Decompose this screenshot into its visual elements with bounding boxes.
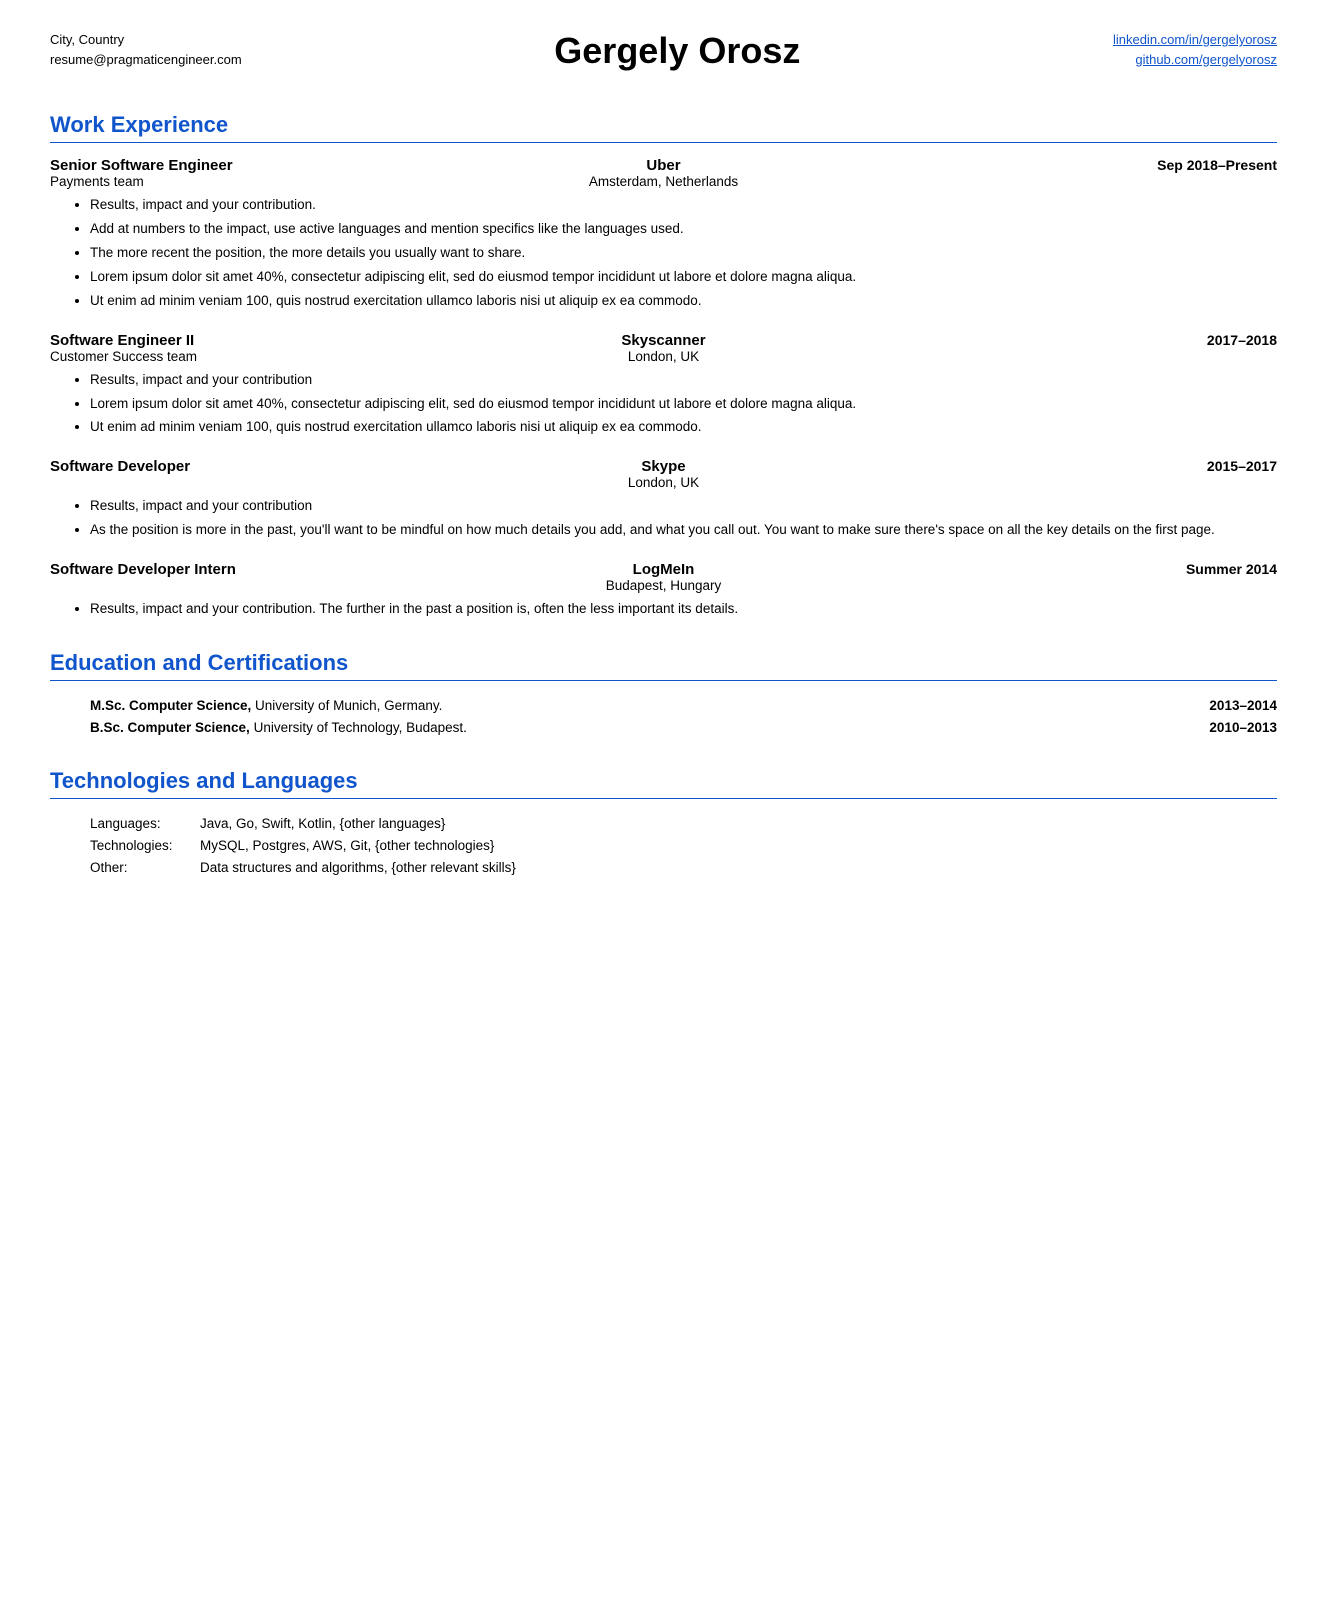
list-item: Lorem ipsum dolor sit amet 40%, consecte… [90,267,1277,288]
header-contact-left: City, Country resume@pragmaticengineer.c… [50,30,242,69]
edu-degree-1: B.Sc. Computer Science, University of Te… [90,717,1157,739]
header-location: City, Country [50,30,242,50]
edu-degree-bold-1: B.Sc. Computer Science, [90,720,250,735]
edu-degree-rest-1: University of Technology, Budapest. [250,720,467,735]
list-item: Ut enim ad minim veniam 100, quis nostru… [90,291,1277,312]
job-bullets-skyscanner: Results, impact and your contribution Lo… [50,370,1277,439]
job-title-skype: Software Developer [50,458,459,475]
work-experience-title: Work Experience [50,112,1277,138]
list-item: Results, impact and your contribution [90,496,1277,517]
job-center-skype: Skype London, UK [459,458,868,490]
list-item: M.Sc. Computer Science, University of Mu… [90,695,1277,717]
github-link[interactable]: github.com/gergelyorosz [1135,52,1277,67]
job-center-uber: Uber Amsterdam, Netherlands [459,157,868,189]
list-item: Lorem ipsum dolor sit amet 40%, consecte… [90,394,1277,415]
job-dates-uber: Sep 2018–Present [868,157,1277,173]
list-item: Ut enim ad minim veniam 100, quis nostru… [90,417,1277,438]
job-right-uber: Sep 2018–Present [868,157,1277,173]
job-title-uber: Senior Software Engineer [50,157,459,174]
technologies-section: Technologies and Languages Languages: Ja… [50,768,1277,878]
job-location-skype: London, UK [459,475,868,490]
work-experience-section: Work Experience Senior Software Engineer… [50,112,1277,620]
resume-header: City, Country resume@pragmaticengineer.c… [50,30,1277,72]
education-title: Education and Certifications [50,650,1277,676]
job-bullets-uber: Results, impact and your contribution. A… [50,195,1277,312]
job-bullets-skype: Results, impact and your contribution As… [50,496,1277,541]
job-location-logmein: Budapest, Hungary [459,578,868,593]
job-right-skype: 2015–2017 [868,458,1277,474]
job-center-skyscanner: Skyscanner London, UK [459,332,868,364]
technologies-divider [50,798,1277,799]
list-item: The more recent the position, the more d… [90,243,1277,264]
work-experience-divider [50,142,1277,143]
job-center-logmein: LogMeIn Budapest, Hungary [459,561,868,593]
job-header-logmein: Software Developer Intern LogMeIn Budape… [50,561,1277,593]
job-title-logmein: Software Developer Intern [50,561,459,578]
job-left-logmein: Software Developer Intern [50,561,459,578]
job-company-uber: Uber [459,157,868,174]
tech-value-0: Java, Go, Swift, Kotlin, {other language… [200,813,1277,835]
job-location-uber: Amsterdam, Netherlands [459,174,868,189]
list-item: Results, impact and your contribution. [90,195,1277,216]
job-entry-logmein: Software Developer Intern LogMeIn Budape… [50,561,1277,620]
job-company-logmein: LogMeIn [459,561,868,578]
header-contact-right: linkedin.com/in/gergelyorosz github.com/… [1113,30,1277,69]
candidate-name: Gergely Orosz [242,30,1113,72]
tech-value-2: Data structures and algorithms, {other r… [200,857,1277,879]
job-company-skyscanner: Skyscanner [459,332,868,349]
list-item: Results, impact and your contribution [90,370,1277,391]
job-header-uber: Senior Software Engineer Payments team U… [50,157,1277,189]
education-list: M.Sc. Computer Science, University of Mu… [50,695,1277,738]
list-item: Other: Data structures and algorithms, {… [90,857,1277,879]
tech-value-1: MySQL, Postgres, AWS, Git, {other techno… [200,835,1277,857]
job-header-skyscanner: Software Engineer II Customer Success te… [50,332,1277,364]
job-location-skyscanner: London, UK [459,349,868,364]
education-divider [50,680,1277,681]
linkedin-link[interactable]: linkedin.com/in/gergelyorosz [1113,32,1277,47]
tech-label-0: Languages: [90,813,200,835]
job-dates-skype: 2015–2017 [868,458,1277,474]
education-section: Education and Certifications M.Sc. Compu… [50,650,1277,738]
tech-label-1: Technologies: [90,835,200,857]
edu-year-0: 2013–2014 [1157,695,1277,717]
list-item: Results, impact and your contribution. T… [90,599,1277,620]
list-item: Add at numbers to the impact, use active… [90,219,1277,240]
technologies-list: Languages: Java, Go, Swift, Kotlin, {oth… [50,813,1277,878]
edu-degree-0: M.Sc. Computer Science, University of Mu… [90,695,1157,717]
job-entry-uber: Senior Software Engineer Payments team U… [50,157,1277,312]
job-entry-skyscanner: Software Engineer II Customer Success te… [50,332,1277,439]
job-entry-skype: Software Developer Skype London, UK 2015… [50,458,1277,541]
job-header-skype: Software Developer Skype London, UK 2015… [50,458,1277,490]
job-right-skyscanner: 2017–2018 [868,332,1277,348]
edu-year-1: 2010–2013 [1157,717,1277,739]
job-left-skype: Software Developer [50,458,459,475]
job-left-skyscanner: Software Engineer II Customer Success te… [50,332,459,364]
header-name-block: Gergely Orosz [242,30,1113,72]
job-dates-logmein: Summer 2014 [868,561,1277,577]
job-bullets-logmein: Results, impact and your contribution. T… [50,599,1277,620]
edu-degree-rest-0: University of Munich, Germany. [251,698,442,713]
list-item: Languages: Java, Go, Swift, Kotlin, {oth… [90,813,1277,835]
job-title-skyscanner: Software Engineer II [50,332,459,349]
header-email: resume@pragmaticengineer.com [50,50,242,70]
edu-degree-bold-0: M.Sc. Computer Science, [90,698,251,713]
job-company-skype: Skype [459,458,868,475]
job-dates-skyscanner: 2017–2018 [868,332,1277,348]
job-team-uber: Payments team [50,174,459,189]
job-right-logmein: Summer 2014 [868,561,1277,577]
job-left-uber: Senior Software Engineer Payments team [50,157,459,189]
job-team-skyscanner: Customer Success team [50,349,459,364]
list-item: Technologies: MySQL, Postgres, AWS, Git,… [90,835,1277,857]
list-item: B.Sc. Computer Science, University of Te… [90,717,1277,739]
list-item: As the position is more in the past, you… [90,520,1277,541]
tech-label-2: Other: [90,857,200,879]
technologies-title: Technologies and Languages [50,768,1277,794]
